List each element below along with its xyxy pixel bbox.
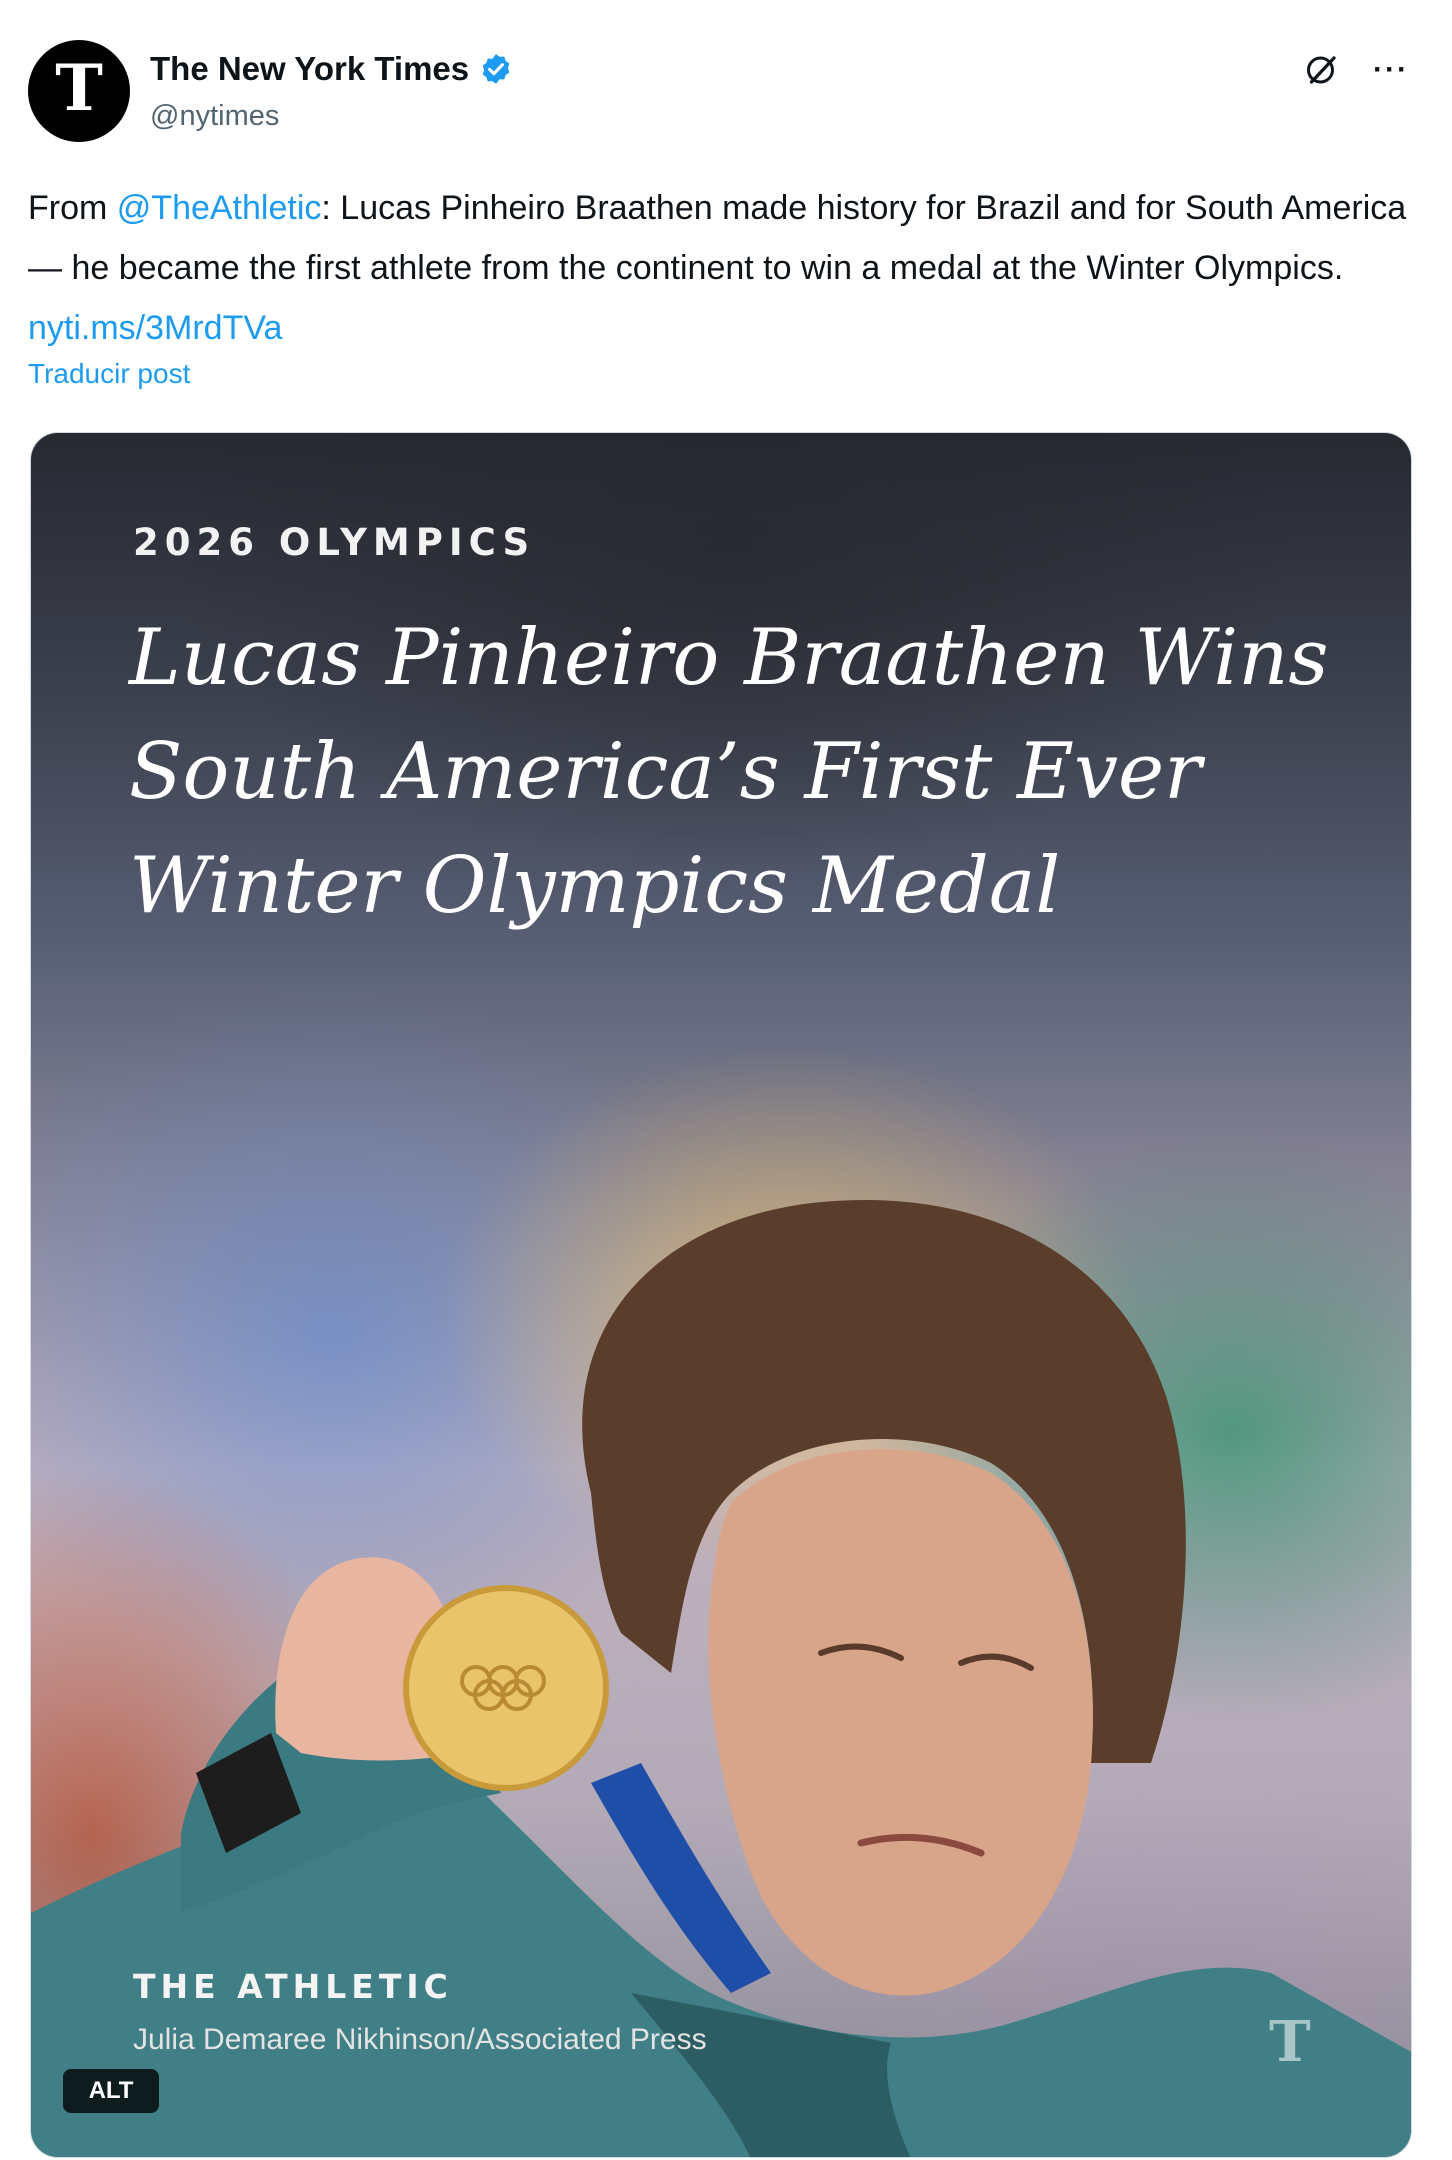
grok-icon: [1307, 56, 1336, 84]
nyt-watermark-icon: T: [1269, 2009, 1311, 2075]
translate-post-link[interactable]: Traducir post: [28, 358, 190, 390]
more-options-button[interactable]: ···: [1366, 48, 1416, 92]
face-shape: [708, 1449, 1093, 1996]
media-image[interactable]: 2026 OLYMPICS Lucas Pinheiro Braathen Wi…: [30, 432, 1412, 2158]
author-avatar[interactable]: T: [28, 40, 130, 142]
nyt-logo-icon: T: [55, 51, 103, 126]
tweet-prefix: From: [28, 189, 117, 227]
verified-badge-icon: [482, 54, 510, 84]
author-handle[interactable]: @nytimes: [150, 100, 279, 133]
grok-button[interactable]: [1300, 48, 1344, 92]
article-link[interactable]: nyti.ms/3MrdTVa: [28, 309, 282, 347]
alt-text-button[interactable]: ALT: [63, 2069, 159, 2113]
media-headline: Lucas Pinheiro Braathen Wins South Ameri…: [129, 613, 1329, 931]
more-icon: ···: [1373, 53, 1409, 86]
media-kicker: 2026 OLYMPICS: [133, 521, 536, 564]
photo-credit: Julia Demaree Nikhinson/Associated Press: [133, 2023, 707, 2056]
tweet: T The New York Times @nytimes ··· From @…: [0, 0, 1452, 2160]
author-name-row[interactable]: The New York Times: [150, 50, 513, 88]
mention-link[interactable]: @TheAthletic: [117, 189, 322, 227]
tweet-text: From @TheAthletic: Lucas Pinheiro Braath…: [28, 178, 1428, 358]
author-display-name[interactable]: The New York Times: [150, 50, 469, 88]
media-brand: THE ATHLETIC: [133, 1967, 453, 2006]
